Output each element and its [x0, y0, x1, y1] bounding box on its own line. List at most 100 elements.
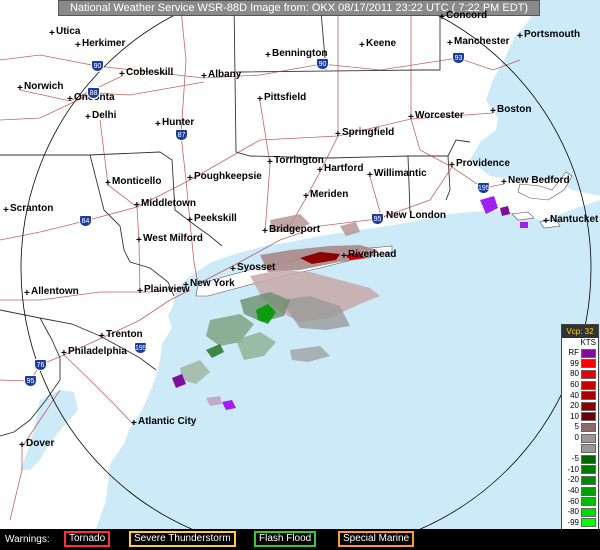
city-marker	[517, 34, 523, 41]
warning-severe-thunderstorm[interactable]: Severe Thunderstorm	[129, 531, 236, 547]
legend-swatch	[581, 412, 596, 422]
legend-entry: -40	[562, 486, 598, 497]
legend-value: -60	[567, 496, 579, 506]
city-label: Pittsfield	[264, 92, 307, 103]
city-label: Manchester	[454, 36, 510, 47]
city-label: Middletown	[141, 198, 196, 209]
legend-entry: 60	[562, 380, 598, 391]
city-label: Monticello	[112, 176, 162, 187]
legend-entry: -99	[562, 518, 598, 529]
legend-value: 5	[574, 422, 579, 432]
legend-swatch	[581, 444, 596, 454]
radar-map	[0, 0, 600, 529]
city-label: Cobleskill	[126, 67, 174, 78]
legend-swatch	[581, 433, 596, 443]
city-label: Delhi	[92, 110, 117, 121]
legend-value: 80	[570, 369, 579, 379]
city-label: Syosset	[237, 262, 276, 273]
city-marker	[439, 15, 445, 22]
city-marker	[303, 194, 309, 201]
city-label: Albany	[208, 69, 242, 80]
city-marker	[408, 115, 414, 122]
city-label: Utica	[56, 26, 81, 37]
city-label: Springfield	[342, 127, 395, 138]
warning-special-marine[interactable]: Special Marine	[338, 531, 415, 547]
legend-entry: -5	[562, 454, 598, 465]
legend-value: 20	[570, 401, 579, 411]
city-marker	[137, 289, 143, 296]
legend-swatch	[581, 475, 596, 485]
legend-entry: -20	[562, 475, 598, 486]
legend-swatch	[581, 486, 596, 496]
legend-entry: 99	[562, 359, 598, 370]
warning-flash-flood[interactable]: Flash Flood	[254, 531, 317, 547]
legend-entry	[562, 443, 598, 454]
interstate-shield: 90	[316, 58, 329, 70]
legend-swatch	[581, 369, 596, 379]
city-marker	[335, 132, 341, 139]
city-marker	[183, 283, 189, 290]
legend-value: 60	[570, 380, 579, 390]
city-label: Boston	[497, 104, 532, 115]
city-label: Poughkeepsie	[194, 171, 262, 182]
interstate-shield: 88	[87, 87, 100, 99]
city-label: Providence	[456, 158, 510, 169]
legend-swatch	[581, 359, 596, 369]
city-marker	[17, 86, 23, 93]
warnings-label: Warnings:	[5, 534, 50, 545]
city-label: New Bedford	[508, 175, 570, 186]
legend-rows: RF99806040201050-5-10-20-40-60-80-99ND	[562, 348, 598, 539]
city-marker	[24, 291, 30, 298]
city-marker	[490, 109, 496, 116]
city-label: Peekskill	[194, 213, 237, 224]
legend-value: -80	[567, 507, 579, 517]
city-marker	[447, 41, 453, 48]
interstate-shield: 76	[34, 359, 47, 371]
legend-swatch	[581, 391, 596, 401]
city-marker	[136, 238, 142, 245]
city-marker	[201, 74, 207, 81]
legend-swatch	[581, 454, 596, 464]
legend-value: 0	[574, 433, 579, 443]
legend-entry: -60	[562, 496, 598, 507]
city-marker	[19, 443, 25, 450]
city-label: New York	[190, 278, 235, 289]
legend-units: KTS	[580, 338, 596, 347]
city-marker	[3, 208, 9, 215]
city-marker	[49, 31, 55, 38]
warning-tornado[interactable]: Tornado	[64, 531, 111, 547]
interstate-shield: 95	[24, 375, 37, 387]
city-label: Philadelphia	[68, 346, 127, 357]
city-label: Worcester	[415, 110, 464, 121]
interstate-shield: 87	[175, 129, 188, 141]
city-marker	[317, 168, 323, 175]
legend-value: 40	[570, 390, 579, 400]
legend-value: -40	[567, 486, 579, 496]
legend-value: -10	[567, 464, 579, 474]
interstate-shield: 195	[477, 182, 490, 194]
city-marker	[61, 351, 67, 358]
interstate-shield: 95	[371, 213, 384, 225]
city-label: Hunter	[162, 117, 195, 128]
city-marker	[341, 254, 347, 261]
legend-swatch	[581, 348, 596, 358]
legend-entry: 0	[562, 433, 598, 444]
city-marker	[187, 176, 193, 183]
legend-value: -20	[567, 475, 579, 485]
city-marker	[85, 115, 91, 122]
interstate-shield: 84	[79, 215, 92, 227]
city-marker	[501, 180, 507, 187]
legend-value: -5	[571, 454, 579, 464]
city-label: Trenton	[106, 329, 143, 340]
legend-entry: 10	[562, 412, 598, 423]
city-marker	[449, 163, 455, 170]
city-marker	[105, 181, 111, 188]
interstate-shield: 93	[452, 52, 465, 64]
legend-swatch	[581, 518, 596, 528]
city-marker	[155, 122, 161, 129]
city-label: New London	[386, 210, 446, 221]
city-label: Portsmouth	[524, 29, 581, 40]
interstate-shield: 195	[134, 342, 147, 354]
legend-entry: 80	[562, 369, 598, 380]
legend-entry: -10	[562, 465, 598, 476]
